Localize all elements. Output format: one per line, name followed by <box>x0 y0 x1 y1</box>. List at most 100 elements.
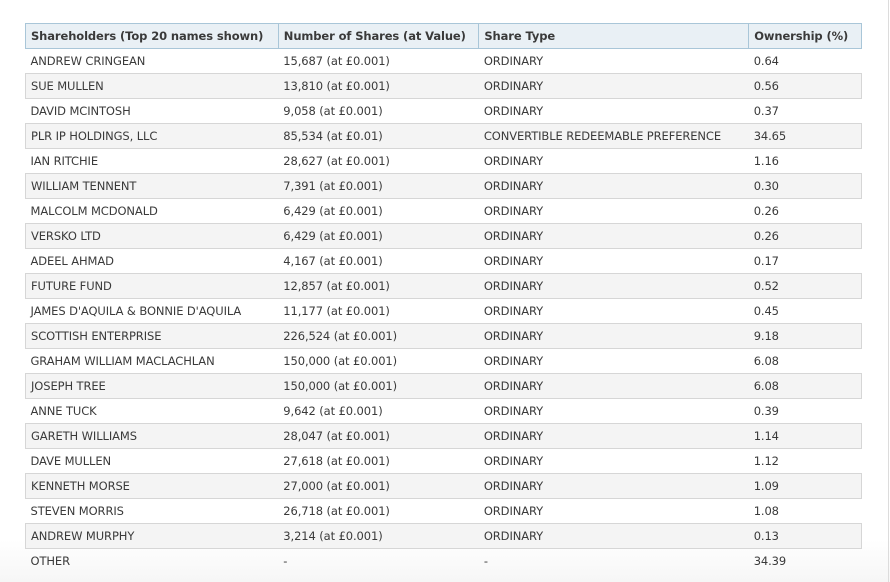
share-type: ORDINARY <box>478 173 749 199</box>
table-row: ANNE TUCK 9,642 (at £0.001) ORDINARY 0.39 <box>26 399 862 424</box>
shareholder-name: GARETH WILLIAMS <box>25 423 279 449</box>
ownership-percent: 0.17 <box>753 254 779 268</box>
table-row: SCOTTISH ENTERPRISE 226,524 (at £0.001) OR… <box>25 323 862 349</box>
table-row: OTHER - - 34.39 <box>26 549 862 574</box>
table-row: DAVID MCINTOSH 9,058 (at £0.001) ORDINARY 0… <box>26 99 862 124</box>
share-type: ORDINARY <box>478 423 749 449</box>
ownership-percent: 34.65 <box>748 123 862 149</box>
share-type: ORDINARY <box>483 404 544 418</box>
shareholder-name: PLR IP HOLDINGS, LLC <box>25 123 279 149</box>
shareholder-name: MALCOLM MCDONALD <box>30 204 158 218</box>
shareholder-name: ADEEL AHMAD <box>30 254 114 268</box>
share-type: ORDINARY <box>483 254 544 268</box>
shareholder-name: VERSKO LTD <box>25 223 279 249</box>
number-of-shares: 9,642 (at £0.001) <box>283 404 383 418</box>
number-of-shares: 150,000 (at £0.001) <box>283 354 398 368</box>
shareholder-name: DAVE MULLEN <box>30 454 112 468</box>
shareholder-name: IAN RITCHIE <box>30 154 99 168</box>
ownership-percent: 0.26 <box>753 204 779 218</box>
table-row: IAN RITCHIE 28,627 (at £0.001) ORDINARY 1.1… <box>26 149 862 174</box>
share-type: ORDINARY <box>483 304 544 318</box>
number-of-shares: 26,718 (at £0.001) <box>283 504 390 518</box>
share-type: CONVERTIBLE REDEEMABLE PREFERENCE <box>478 123 749 149</box>
table-row: KENNETH MORSE 27,000 (at £0.001) ORDINARY 1… <box>25 473 862 499</box>
header-ownership: Ownership (%) <box>748 23 862 49</box>
shareholder-name: KENNETH MORSE <box>25 473 279 499</box>
number-of-shares: 28,047 (at £0.001) <box>278 423 479 449</box>
header-share-type: Share Type <box>478 23 750 49</box>
shareholder-name: ANDREW CRINGEAN <box>30 54 146 68</box>
share-type: ORDINARY <box>483 454 544 468</box>
number-of-shares: 6,429 (at £0.001) <box>278 223 479 249</box>
number-of-shares: 12,857 (at £0.001) <box>278 273 479 299</box>
number-of-shares: 9,058 (at £0.001) <box>283 104 383 118</box>
share-type: ORDINARY <box>478 273 749 299</box>
shareholder-name: DAVID MCINTOSH <box>30 104 131 118</box>
number-of-shares: 6,429 (at £0.001) <box>283 204 383 218</box>
number-of-shares: 226,524 (at £0.001) <box>278 323 479 349</box>
ownership-percent: 0.30 <box>748 173 862 199</box>
share-type: ORDINARY <box>483 54 544 68</box>
number-of-shares: 4,167 (at £0.001) <box>283 254 383 268</box>
number-of-shares: 27,618 (at £0.001) <box>283 454 390 468</box>
table-header-row: Shareholders (Top 20 names shown) Number… <box>25 23 862 49</box>
ownership-percent: 1.16 <box>753 154 779 168</box>
share-type: ORDINARY <box>483 204 544 218</box>
number-of-shares: 150,000 (at £0.001) <box>278 373 479 399</box>
table-row: VERSKO LTD 6,429 (at £0.001) ORDINARY 0.26 <box>25 223 862 249</box>
ownership-percent: 34.39 <box>753 554 787 568</box>
share-type: ORDINARY <box>478 73 749 99</box>
table-row: GARETH WILLIAMS 28,047 (at £0.001) ORDINAR… <box>25 423 862 449</box>
header-number-of-shares: Number of Shares (at Value) <box>277 23 480 49</box>
table-row: JOSEPH TREE 150,000 (at £0.001) ORDINARY 6.… <box>25 373 862 399</box>
table-row: WILLIAM TENNENT 7,391 (at £0.001) ORDINARY… <box>25 173 862 199</box>
header-shareholders: Shareholders (Top 20 names shown) <box>25 23 279 49</box>
ownership-percent: 9.18 <box>748 323 862 349</box>
ownership-percent: 1.12 <box>753 454 779 468</box>
number-of-shares: 13,810 (at £0.001) <box>278 73 479 99</box>
share-type: ORDINARY <box>483 104 544 118</box>
table-row: DAVE MULLEN 27,618 (at £0.001) ORDINARY 1.1… <box>26 449 862 474</box>
table-row: ADEEL AHMAD 4,167 (at £0.001) ORDINARY 0.17 <box>26 249 862 274</box>
table-row: MALCOLM MCDONALD 6,429 (at £0.001) ORDINAR… <box>26 199 862 224</box>
share-type: - <box>483 554 488 568</box>
shareholder-name: JOSEPH TREE <box>25 373 279 399</box>
number-of-shares: 28,627 (at £0.001) <box>283 154 390 168</box>
shareholder-name: GRAHAM WILLIAM MACLACHLAN <box>30 354 215 368</box>
shareholder-name: JAMES D'AQUILA & BONNIE D'AQUILA <box>30 304 242 318</box>
share-type: ORDINARY <box>478 223 749 249</box>
ownership-percent: 6.08 <box>748 373 862 399</box>
number-of-shares: 7,391 (at £0.001) <box>278 173 479 199</box>
number-of-shares: - <box>283 554 288 568</box>
ownership-percent: 1.14 <box>748 423 862 449</box>
shareholder-name: FUTURE FUND <box>25 273 279 299</box>
table-body: ANDREW CRINGEAN 15,687 (at £0.001) ORDINAR… <box>25 49 862 574</box>
share-type: ORDINARY <box>478 473 749 499</box>
ownership-percent: 0.39 <box>753 404 779 418</box>
table-row: FUTURE FUND 12,857 (at £0.001) ORDINARY 0.5… <box>25 273 862 299</box>
number-of-shares: 3,214 (at £0.001) <box>278 523 479 549</box>
table-row: PLR IP HOLDINGS, LLC 85,534 (at £0.01) CON… <box>25 123 862 149</box>
share-type: ORDINARY <box>483 154 544 168</box>
shareholder-name: OTHER <box>30 554 71 568</box>
ownership-percent: 0.64 <box>753 54 779 68</box>
ownership-percent: 0.26 <box>748 223 862 249</box>
share-type: ORDINARY <box>483 354 544 368</box>
ownership-percent: 1.08 <box>753 504 779 518</box>
shareholder-name: STEVEN MORRIS <box>30 504 124 518</box>
ownership-percent: 6.08 <box>753 354 779 368</box>
table-row: JAMES D'AQUILA & BONNIE D'AQUILA 11,177 (… <box>26 299 862 324</box>
table-row: STEVEN MORRIS 26,718 (at £0.001) ORDINARY 1… <box>26 499 862 524</box>
number-of-shares: 85,534 (at £0.01) <box>278 123 479 149</box>
ownership-percent: 0.45 <box>753 304 779 318</box>
shareholder-name: SCOTTISH ENTERPRISE <box>25 323 279 349</box>
table-row: ANDREW MURPHY 3,214 (at £0.001) ORDINARY 0.… <box>25 523 862 549</box>
share-type: ORDINARY <box>478 323 749 349</box>
number-of-shares: 27,000 (at £0.001) <box>278 473 479 499</box>
ownership-percent: 0.37 <box>753 104 779 118</box>
shareholder-name: ANDREW MURPHY <box>25 523 279 549</box>
shareholder-name: SUE MULLEN <box>25 73 279 99</box>
table-row: SUE MULLEN 13,810 (at £0.001) ORDINARY 0.56 <box>25 73 862 99</box>
shareholder-name: ANNE TUCK <box>30 404 97 418</box>
table-row: ANDREW CRINGEAN 15,687 (at £0.001) ORDINAR… <box>26 49 862 74</box>
